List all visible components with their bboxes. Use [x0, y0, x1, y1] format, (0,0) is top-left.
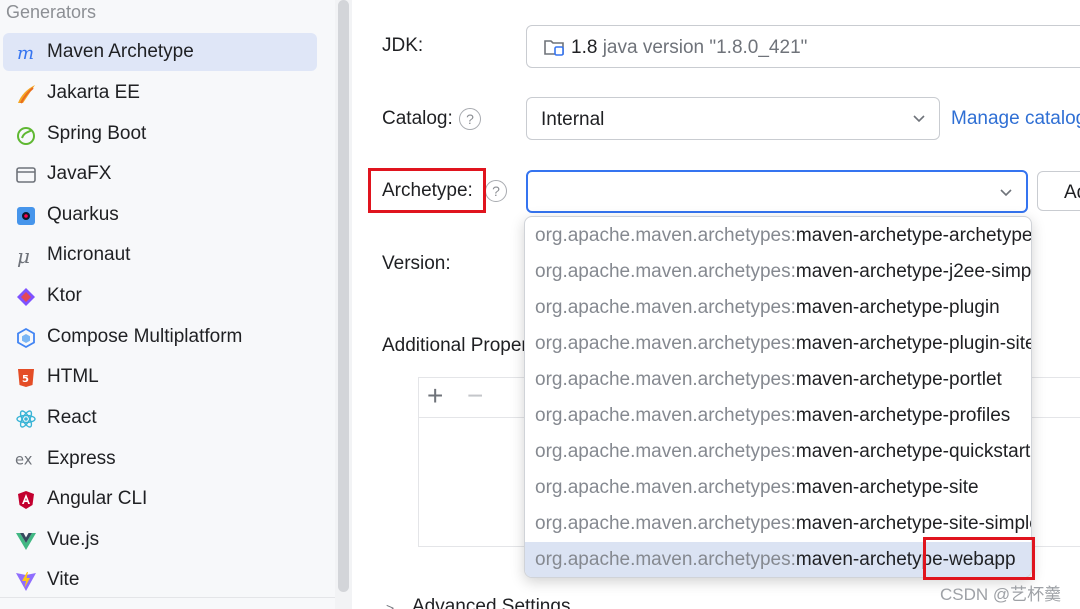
add-archetype-button[interactable]: Add...	[1037, 171, 1080, 211]
jdk-version: 1.8	[571, 37, 598, 58]
folder-icon	[543, 36, 567, 58]
svg-text:m: m	[17, 43, 34, 64]
generators-sidebar: Generators m Maven Archetype Jakarta EE …	[0, 0, 335, 609]
sidebar-item-label: Quarkus	[47, 204, 119, 225]
sidebar-item-vuejs[interactable]: Vue.js	[3, 521, 317, 559]
archetype-label-highlight	[368, 168, 486, 213]
react-icon	[15, 408, 37, 430]
archetype-option[interactable]: org.apache.maven.archetypes:maven-archet…	[525, 290, 1031, 326]
advanced-settings-chevron-icon[interactable]: >	[386, 600, 394, 609]
sidebar-divider	[0, 597, 335, 598]
archetype-option[interactable]: org.apache.maven.archetypes:maven-archet…	[525, 398, 1031, 434]
sidebar-item-label: Jakarta EE	[47, 82, 140, 103]
scrollbar-thumb[interactable]	[338, 0, 349, 592]
svg-text:μ: μ	[17, 245, 30, 267]
angular-icon	[15, 489, 37, 511]
jdk-description: java version "1.8.0_421"	[602, 37, 808, 58]
sidebar-item-label: HTML	[47, 366, 99, 387]
sidebar-item-html[interactable]: 5 HTML	[3, 358, 317, 396]
catalog-help-icon[interactable]: ?	[459, 108, 481, 130]
svg-text:ex: ex	[15, 452, 33, 469]
sidebar-item-compose-multiplatform[interactable]: Compose Multiplatform	[3, 318, 317, 356]
sidebar-item-micronaut[interactable]: μ Micronaut	[3, 236, 317, 274]
sidebar-item-label: JavaFX	[47, 163, 112, 184]
archetype-option[interactable]: org.apache.maven.archetypes:maven-archet…	[525, 254, 1031, 290]
sidebar-item-spring-boot[interactable]: Spring Boot	[3, 115, 317, 153]
vue-icon	[15, 530, 37, 552]
archetype-option[interactable]: org.apache.maven.archetypes:maven-archet…	[525, 362, 1031, 398]
chevron-down-icon	[1000, 189, 1012, 197]
jakarta-ee-icon	[15, 83, 37, 105]
compose-icon	[15, 327, 37, 349]
micronaut-icon: μ	[15, 245, 37, 267]
svg-text:5: 5	[22, 374, 29, 385]
sidebar-scrollbar[interactable]	[335, 0, 352, 609]
manage-catalogs-link[interactable]: Manage catalogs	[951, 108, 1080, 130]
vite-icon	[15, 570, 37, 592]
sidebar-item-ktor[interactable]: Ktor	[3, 277, 317, 315]
javafx-icon	[15, 164, 37, 186]
remove-property-icon[interactable]: −	[467, 382, 483, 410]
sidebar-item-react[interactable]: React	[3, 399, 317, 437]
archetype-option[interactable]: org.apache.maven.archetypes:maven-archet…	[525, 326, 1031, 362]
sidebar-item-quarkus[interactable]: Quarkus	[3, 196, 317, 234]
html5-icon: 5	[15, 367, 37, 389]
sidebar-item-jakarta-ee[interactable]: Jakarta EE	[3, 74, 317, 112]
sidebar-item-express[interactable]: ex Express	[3, 440, 317, 478]
sidebar-item-label: Micronaut	[47, 244, 131, 265]
advanced-settings-toggle[interactable]: Advanced Settings	[412, 596, 570, 609]
archetype-option[interactable]: org.apache.maven.archetypes:maven-archet…	[525, 218, 1031, 254]
express-icon: ex	[15, 449, 37, 471]
sidebar-item-label: Compose Multiplatform	[47, 326, 243, 347]
sidebar-item-vite[interactable]: Vite	[3, 561, 317, 599]
archetype-option[interactable]: org.apache.maven.archetypes:maven-archet…	[525, 470, 1031, 506]
sidebar-item-label: Express	[47, 448, 116, 469]
sidebar-item-label: Maven Archetype	[47, 41, 194, 62]
add-archetype-button-label: Add...	[1064, 182, 1080, 203]
catalog-select[interactable]: Internal	[526, 97, 940, 140]
archetype-option[interactable]: org.apache.maven.archetypes:maven-archet…	[525, 434, 1031, 470]
jdk-label: JDK:	[382, 35, 424, 56]
chevron-down-icon	[913, 115, 925, 123]
add-property-icon[interactable]: +	[427, 382, 443, 410]
catalog-label: Catalog:	[382, 108, 453, 129]
sidebar-item-label: Ktor	[47, 285, 82, 306]
archetype-select[interactable]	[526, 170, 1028, 213]
webapp-highlight	[923, 537, 1035, 580]
version-label: Version:	[382, 253, 451, 274]
sidebar-header: Generators	[6, 2, 97, 22]
sidebar-item-angular-cli[interactable]: Angular CLI	[3, 480, 317, 518]
sidebar-item-label: Vite	[47, 569, 80, 590]
maven-icon: m	[15, 42, 37, 64]
sidebar-item-javafx[interactable]: JavaFX	[3, 155, 317, 193]
quarkus-icon	[15, 205, 37, 227]
jdk-select[interactable]: 1.8 java version "1.8.0_421"	[526, 25, 1080, 68]
archetype-help-icon[interactable]: ?	[485, 180, 507, 202]
sidebar-item-label: Angular CLI	[47, 488, 148, 509]
spring-boot-icon	[15, 124, 37, 146]
catalog-value: Internal	[541, 109, 605, 130]
sidebar-item-maven-archetype[interactable]: m Maven Archetype	[3, 33, 317, 71]
ktor-icon	[15, 286, 37, 308]
watermark: CSDN @艺杯羹	[940, 585, 1062, 604]
sidebar-item-label: Vue.js	[47, 529, 100, 550]
sidebar-item-label: Spring Boot	[47, 123, 147, 144]
archetype-dropdown-list[interactable]: org.apache.maven.archetypes:maven-archet…	[524, 216, 1032, 578]
sidebar-item-label: React	[47, 407, 97, 428]
